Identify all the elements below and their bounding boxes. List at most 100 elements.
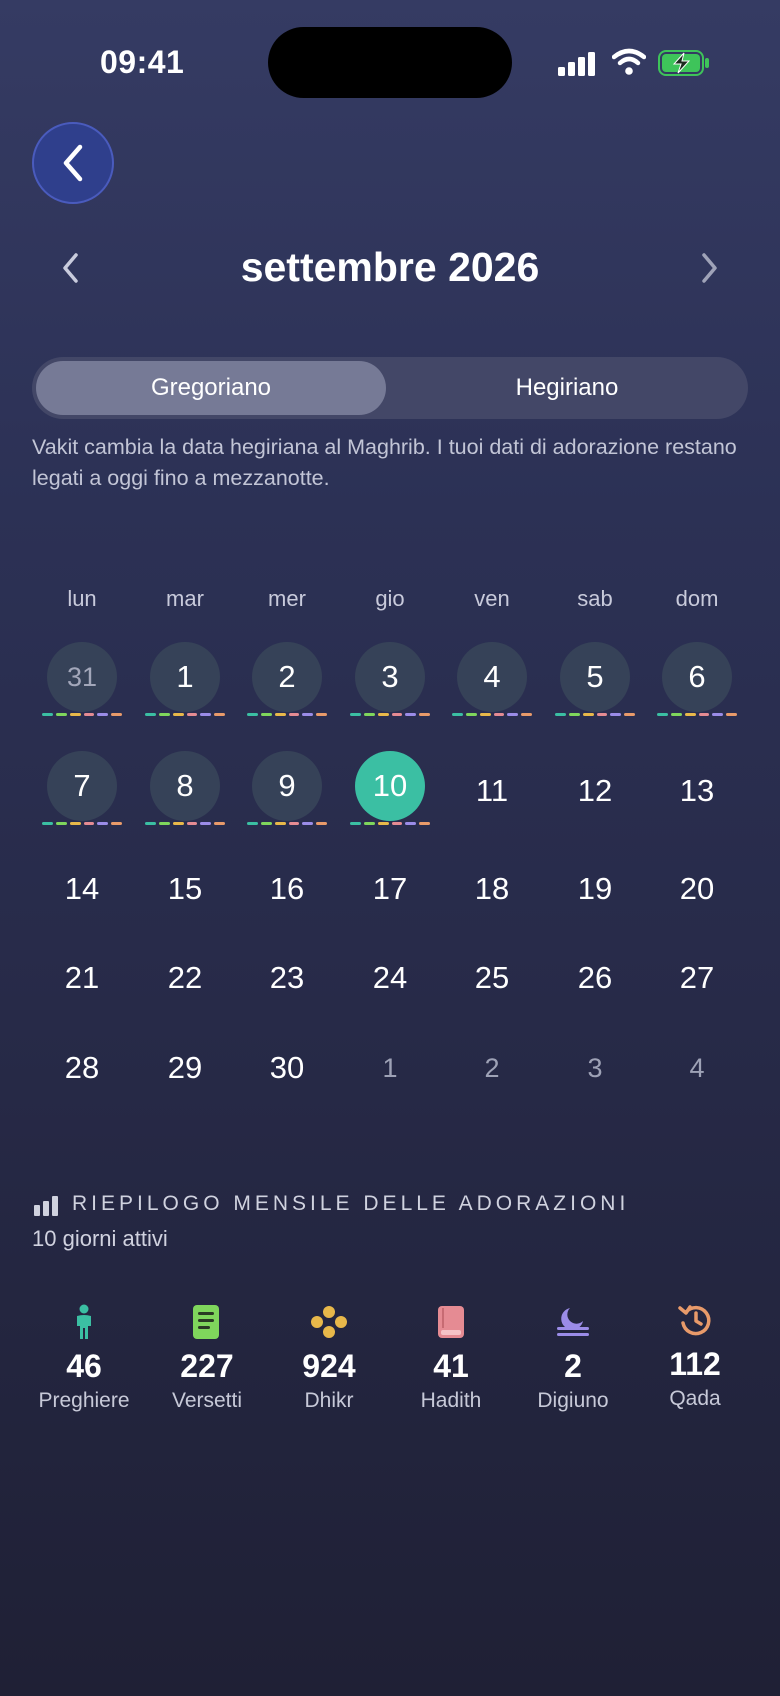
activity-marker — [247, 713, 258, 716]
calendar-day[interactable]: 29 — [145, 1028, 225, 1108]
calendar-day[interactable]: 3 — [350, 642, 430, 722]
day-number: 31 — [66, 662, 98, 692]
activity-marker — [493, 713, 505, 716]
stat-hadith[interactable]: 41 Hadith — [391, 1302, 511, 1413]
calendar-day[interactable]: 8 — [145, 751, 225, 831]
calendar-day[interactable]: 16 — [247, 849, 327, 929]
calendar-day[interactable]: 27 — [657, 938, 737, 1018]
calendar-day[interactable]: 9 — [247, 751, 327, 831]
activity-marker — [111, 822, 122, 825]
stat-prayers[interactable]: 46 Preghiere — [24, 1302, 144, 1413]
calendar-day[interactable]: 19 — [555, 849, 635, 929]
day-number: 14 — [64, 871, 100, 906]
day-number: 1 — [382, 1053, 398, 1083]
calendar-day[interactable]: 20 — [657, 849, 737, 929]
activity-marker — [507, 713, 519, 716]
calendar-day[interactable]: 15 — [145, 849, 225, 929]
activity-markers — [350, 822, 430, 825]
activity-marker — [55, 822, 67, 825]
calendar-day[interactable]: 10 — [350, 751, 430, 831]
activity-marker — [698, 713, 710, 716]
activity-marker — [260, 713, 272, 716]
activity-marker — [670, 713, 682, 716]
weekday-label: gio — [375, 586, 405, 611]
activity-marker — [302, 713, 314, 716]
calendar-day[interactable]: 25 — [452, 938, 532, 1018]
day-number: 28 — [64, 1050, 100, 1085]
activity-marker — [172, 822, 184, 825]
activity-marker — [684, 713, 696, 716]
calendar-day[interactable]: 13 — [657, 751, 737, 831]
stat-label: Dhikr — [304, 1389, 354, 1412]
activity-marker — [452, 713, 463, 716]
day-number: 7 — [73, 768, 91, 803]
calendar-day[interactable]: 26 — [555, 938, 635, 1018]
previous-month-button[interactable] — [56, 248, 86, 288]
day-number: 21 — [64, 960, 100, 995]
stat-dhikr[interactable]: 924 Dhikr — [269, 1302, 389, 1413]
day-number: 8 — [176, 768, 194, 803]
day-number: 2 — [278, 659, 296, 694]
calendar-type-toggle: Gregoriano Hegiriano — [32, 357, 748, 419]
calendar-day[interactable]: 11 — [452, 751, 532, 831]
activity-marker — [316, 713, 327, 716]
hadith-book-icon — [438, 1306, 464, 1338]
back-button[interactable] — [32, 122, 114, 204]
day-number: 3 — [587, 1053, 603, 1083]
activity-marker — [97, 713, 109, 716]
calendar-day[interactable]: 31 — [42, 642, 122, 722]
stat-label: Preghiere — [38, 1389, 130, 1412]
calendar-day[interactable]: 7 — [42, 751, 122, 831]
calendar-day[interactable]: 4 — [452, 642, 532, 722]
activity-marker — [624, 713, 635, 716]
weekday-label: ven — [474, 586, 510, 611]
stat-label: Hadith — [420, 1389, 482, 1412]
wifi-icon — [612, 48, 646, 75]
stat-qada[interactable]: 112 Qada — [635, 1300, 755, 1411]
day-number: 5 — [586, 659, 604, 694]
day-number: 26 — [577, 960, 613, 995]
calendar-day[interactable]: 2 — [247, 642, 327, 722]
calendar-day[interactable]: 1 — [145, 642, 225, 722]
calendar-day[interactable]: 23 — [247, 938, 327, 1018]
activity-marker — [419, 822, 430, 825]
stat-value: 924 — [302, 1348, 356, 1384]
calendar-day[interactable]: 1 — [350, 1028, 430, 1108]
calendar-day[interactable]: 28 — [42, 1028, 122, 1108]
day-number: 9 — [278, 768, 296, 803]
calendar-day[interactable]: 6 — [657, 642, 737, 722]
calendar-day[interactable]: 3 — [555, 1028, 635, 1108]
day-number: 19 — [577, 871, 613, 906]
next-month-button[interactable] — [694, 248, 724, 288]
calendar-day[interactable]: 22 — [145, 938, 225, 1018]
calendar-day[interactable]: 4 — [657, 1028, 737, 1108]
activity-marker — [260, 822, 272, 825]
activity-marker — [69, 713, 81, 716]
activity-marker — [274, 822, 286, 825]
calendar-day[interactable]: 18 — [452, 849, 532, 929]
stat-verses[interactable]: 227 Versetti — [147, 1302, 267, 1413]
calendar-day[interactable]: 2 — [452, 1028, 532, 1108]
calendar-day[interactable]: 24 — [350, 938, 430, 1018]
activity-marker — [69, 822, 81, 825]
tab-gregorian[interactable]: Gregoriano — [36, 361, 386, 415]
activity-marker — [145, 713, 156, 716]
calendar-day[interactable]: 30 — [247, 1028, 327, 1108]
day-number: 12 — [577, 773, 613, 808]
active-days-count: 10 giorni attivi — [32, 1226, 168, 1251]
chevron-left-icon — [63, 253, 78, 283]
calendar-day[interactable]: 5 — [555, 642, 635, 722]
calendar-day[interactable]: 21 — [42, 938, 122, 1018]
stat-fasting[interactable]: 2 Digiuno — [513, 1302, 633, 1413]
calendar-day[interactable]: 17 — [350, 849, 430, 929]
book-icon — [193, 1305, 219, 1339]
tab-hijri[interactable]: Hegiriano — [390, 361, 744, 415]
activity-marker — [350, 713, 361, 716]
activity-marker — [83, 713, 95, 716]
calendar-day[interactable]: 14 — [42, 849, 122, 929]
summary-title: RIEPILOGO MENSILE DELLE ADORAZIONI — [72, 1192, 630, 1215]
calendar-day[interactable]: 12 — [555, 751, 635, 831]
activity-marker — [42, 822, 53, 825]
weekday-label: mar — [166, 586, 204, 611]
chevron-left-icon — [63, 144, 83, 182]
